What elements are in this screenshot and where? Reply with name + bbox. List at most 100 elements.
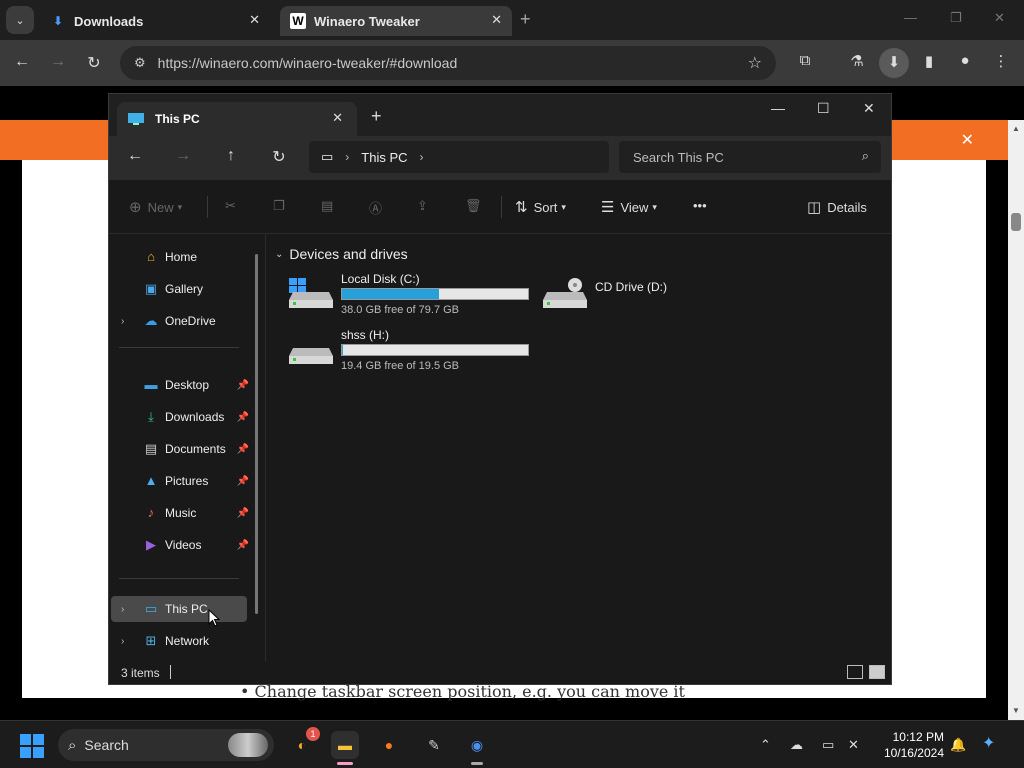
url-text[interactable]: https://winaero.com/winaero-tweaker/#dow… [158,55,458,71]
windows-drive-icon [289,278,333,308]
sidebar-item-documents[interactable]: ▤ Documents 📌 [111,436,249,462]
active-indicator [471,762,483,765]
browser-tab-winaero[interactable]: W Winaero Tweaker ✕ [280,6,512,36]
share-icon[interactable]: ⇪ [417,198,428,214]
sidebar-item-home[interactable]: ⌂ Home [111,244,247,270]
network-monitor-icon[interactable]: ▭ [822,737,834,753]
devices-and-drives-header[interactable]: ⌄ Devices and drives [275,246,408,262]
copy-icon[interactable]: ❐ [273,198,285,214]
rename-icon[interactable]: Ⓐ [369,198,382,217]
minimize-icon[interactable]: — [904,10,917,25]
sidebar-item-music[interactable]: ♪ Music 📌 [111,500,249,526]
taskbar-search-box[interactable]: ⌕ Search [58,729,274,761]
delete-icon[interactable]: 🗑 [465,198,482,214]
volume-muted-icon[interactable]: ✕ [848,737,859,753]
system-clock[interactable]: 10:12 PM 10/16/2024 [876,729,944,761]
address-bar[interactable]: ⚙ https://winaero.com/winaero-tweaker/#d… [120,46,776,80]
new-button[interactable]: ⊕ New ▾ [129,198,182,216]
close-icon[interactable]: ✕ [249,12,260,28]
sidebar-item-network[interactable]: › ⊞ Network [111,628,247,654]
up-arrow-icon[interactable]: ↑ [221,147,241,165]
tab-search-chevron-icon[interactable]: ⌄ [6,6,34,34]
copilot-pre-icon[interactable]: ✦ [982,733,995,753]
divider [207,196,208,218]
chevron-right-icon[interactable]: › [121,316,124,327]
new-tab-button[interactable]: + [520,9,531,30]
notifications-bell-icon[interactable]: 🔔 [950,737,966,753]
sidebar-item-downloads[interactable]: ⤓ Downloads 📌 [111,404,249,430]
sidebar-item-videos[interactable]: ▶ Videos 📌 [111,532,249,558]
labs-flask-icon[interactable]: ⚗ [846,52,868,74]
explorer-address-bar[interactable]: ▭ › This PC › [309,141,609,173]
banner-close-icon[interactable]: ✕ [961,130,974,150]
menu-kebab-icon[interactable]: ⋮ [990,52,1012,74]
scroll-up-icon[interactable]: ▲ [1012,124,1020,133]
forward-arrow-icon[interactable]: → [48,53,68,71]
sidebar-item-pictures[interactable]: ▲ Pictures 📌 [111,468,249,494]
drive-cd-d[interactable]: CD Drive (D:) [543,272,743,320]
refresh-icon[interactable]: ↻ [269,147,289,167]
page-scrollbar[interactable]: ▲ ▼ [1008,120,1024,720]
sidebar-item-onedrive[interactable]: › ☁ OneDrive [111,308,247,334]
maximize-icon[interactable]: ☐ [817,100,830,117]
minimize-icon[interactable]: — [771,100,785,116]
drive-name: shss (H:) [341,328,389,342]
view-button[interactable]: ☰ View ▾ [601,198,657,216]
breadcrumb-this-pc[interactable]: This PC [361,150,407,165]
cut-icon[interactable]: ✂ [225,198,236,214]
sort-icon: ⇅ [515,199,528,216]
sidebar-item-this-pc[interactable]: › ▭ This PC [111,596,247,622]
chevron-right-icon[interactable]: › [121,604,124,615]
browser-tab-downloads[interactable]: ⬇ Downloads ✕ [40,6,270,36]
paste-icon[interactable]: ▤ [321,198,333,214]
downloads-button-icon[interactable]: ⬇ [879,48,909,78]
tiles-view-icon[interactable] [869,665,885,679]
scroll-thumb[interactable] [1011,213,1021,231]
chevron-right-icon[interactable]: › [121,636,124,647]
sidebar-item-gallery[interactable]: ▣ Gallery [111,276,247,302]
sidebar-item-label: OneDrive [165,314,216,328]
sidebar-item-label: Gallery [165,282,204,296]
music-icon: ♪ [147,505,155,520]
explorer-content: ⌄ Devices and drives Local Disk (C:) 38.… [269,234,889,662]
chevron-right-icon[interactable]: › [345,150,349,164]
side-panel-icon[interactable]: ▮ [918,52,940,74]
onedrive-offline-icon[interactable]: ☁ [790,737,803,753]
back-arrow-icon[interactable]: ← [125,147,145,165]
details-label: Details [827,199,867,215]
scroll-down-icon[interactable]: ▼ [1012,706,1020,715]
explorer-new-tab-button[interactable]: + [371,106,382,127]
sidebar-item-desktop[interactable]: ▬ Desktop 📌 [111,372,250,398]
drive-shss-h[interactable]: shss (H:) 19.4 GB free of 19.5 GB [289,328,539,376]
reload-icon[interactable]: ↻ [84,53,104,73]
taskbar-app-copilot-icon[interactable]: ◐ 1 [288,727,320,759]
sort-button[interactable]: ⇅ Sort ▾ [515,198,566,216]
taskbar-app-chrome-icon[interactable]: ◉ [463,731,491,765]
site-info-icon[interactable]: ⚙ [134,55,146,71]
close-window-icon[interactable]: ✕ [994,10,1005,26]
chevron-right-icon[interactable]: › [420,150,424,164]
taskbar-app-file-explorer-icon[interactable]: ▬ [331,731,359,765]
taskbar-app-winaero-icon[interactable]: ✎ [420,731,448,759]
windows-start-icon[interactable] [20,734,44,758]
taskbar-app-firefox-icon[interactable]: ● [375,731,403,759]
explorer-search-input[interactable]: Search This PC ⌕ [619,141,881,173]
details-view-icon[interactable] [847,665,863,679]
close-icon[interactable]: ✕ [332,110,343,126]
chevron-down-icon[interactable]: ⌄ [275,249,283,260]
sidebar-scrollbar[interactable] [255,254,258,614]
back-arrow-icon[interactable]: ← [12,53,32,71]
forward-arrow-icon[interactable]: → [173,147,193,165]
close-icon[interactable]: ✕ [491,12,502,28]
tray-chevron-up-icon[interactable]: ⌃ [760,737,771,753]
restore-icon[interactable]: ❐ [950,10,962,26]
drive-local-disk-c[interactable]: Local Disk (C:) 38.0 GB free of 79.7 GB [289,272,539,320]
details-button[interactable]: ◫ Details [807,198,867,216]
close-window-icon[interactable]: ✕ [863,100,875,117]
chevron-down-icon: ▾ [177,201,183,212]
explorer-tab-this-pc[interactable]: This PC ✕ [117,102,357,136]
more-options-button[interactable]: ••• [693,198,707,213]
profile-icon[interactable]: ● [954,52,976,74]
bookmark-star-icon[interactable]: ☆ [748,53,762,73]
extensions-icon[interactable]: ⧉ [794,52,816,74]
